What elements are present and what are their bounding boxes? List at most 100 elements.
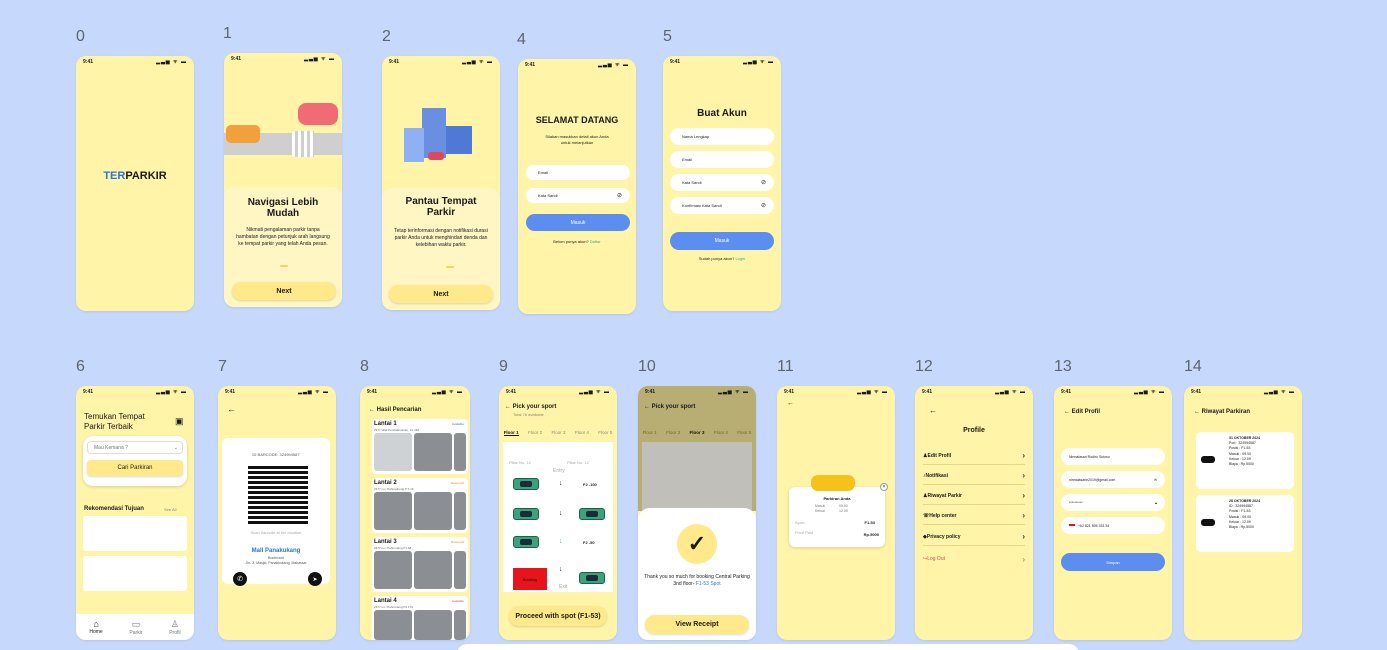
email-field[interactable]: Email [526,165,630,180]
login-link[interactable]: Login [735,256,745,261]
result-card[interactable]: Lantai 3 2377 nu i Pahnrulang PJ-68 Rese… [372,537,468,592]
qr-scan-icon[interactable]: ▣ [175,416,184,427]
parked-car-icon [513,508,539,520]
user-icon: ♙ [170,618,179,629]
tab-floor-3[interactable]: Floor 3 [551,430,565,436]
email-value: nirmalasarie2019@gmail.com [1069,477,1116,482]
status-icons: ▂▃▅ ᯤ ▬ [995,389,1026,395]
password-placeholder: Kata Sandi [682,180,702,185]
brand-logo: TERPARKIR [76,170,194,182]
password-field[interactable]: ********** 🔒︎ [1061,494,1165,511]
save-button[interactable]: Simpan [1061,553,1165,571]
eye-off-icon[interactable]: ⊘ [617,192,622,199]
floor-tabs: Floor 1 Floor 2 Floor 3 Floor 4 Floor 5 [499,430,617,436]
result-address: 2377 Wali Pendalamanku, KL 140 [374,428,420,432]
keluar-value: 12.09 [839,509,848,513]
back-arrow-icon[interactable]: ← [929,406,937,415]
booked-spot[interactable]: Booking [513,568,547,590]
menu-privacy[interactable]: ◆ Privacy policy › [923,528,1025,546]
recommendation-card[interactable] [83,556,187,591]
eye-off-icon[interactable]: ⊘ [761,202,766,209]
recommendation-card[interactable] [83,516,187,551]
receipt-title: Parkiran Anda [823,496,851,501]
back-arrow-icon[interactable]: ← [227,404,236,414]
result-photo [374,610,412,640]
pick-spot-title: ← Pick your sport [644,404,695,410]
tab-floor-1[interactable]: Floor 1 [503,430,519,436]
register-button[interactable]: Masuk [670,232,774,250]
proceed-button[interactable]: Proceed with spot (F1-53) [509,606,607,626]
menu-logout[interactable]: ↪ Log Out › [923,550,1025,568]
name-field[interactable]: Nama Lengkap [670,128,774,145]
menu-edit-profile[interactable]: ♟ Edit Profil › [923,447,1025,465]
menu-history[interactable]: ♟ Riwayat Parkir › [923,487,1025,505]
result-card[interactable]: Lantai 2 2377 nu i Pahnadrunig P.7-19 Re… [372,478,468,533]
pillar-label: Pillar No. 12 [509,460,531,465]
password-field[interactable]: Kata Sandi ⊘ [670,174,774,191]
back-arrow-icon[interactable]: ← [1194,409,1202,415]
spot-label[interactable]: F2 -50 [583,540,595,545]
page-indicator [280,265,288,267]
see-all-link[interactable]: See All [164,507,176,512]
login-button[interactable]: Masuk [526,214,630,231]
car-icon [1201,456,1215,463]
status-time: 9:41 [784,389,795,395]
status-time: 9:41 [231,56,242,62]
search-parking-button[interactable]: Cari Parkiran [87,460,183,476]
tab-floor-4[interactable]: Floor 4 [575,430,589,436]
eye-off-icon[interactable]: ⊘ [761,179,766,186]
next-button[interactable]: Next [389,285,493,303]
price-value: Rp.5000 [863,532,879,537]
parked-car-icon [579,508,605,520]
confirm-password-field[interactable]: Konfirmasi Kata Sandi ⊘ [670,197,774,214]
result-photo [414,551,452,589]
navigate-icon[interactable]: ➤ [308,572,322,586]
building-right-icon [446,126,472,154]
result-photo [454,551,466,589]
phone-icon[interactable]: ✆ [233,572,247,586]
view-receipt-button[interactable]: View Receipt [645,615,749,634]
tab-floor-2[interactable]: Floor 2 [528,430,542,436]
spot-label[interactable]: F2 -100 [583,482,597,487]
back-arrow-icon[interactable]: ← [1064,409,1072,415]
history-cost: Biaya : Rp.5000 [1229,462,1254,467]
next-button[interactable]: Next [232,282,336,300]
back-arrow-icon[interactable]: ← [369,407,377,413]
back-arrow-icon[interactable]: ← [787,400,794,407]
email-field[interactable]: Email [670,151,774,168]
result-status-badge: Reserved [451,540,464,544]
ticket-icon: ▭ [131,618,141,629]
email-field[interactable]: nirmalasarie2019@gmail.com ✉ [1061,471,1165,488]
nav-profil[interactable]: ♙ Profil [169,619,180,636]
password-field[interactable]: Kata Sandi ⊘ [526,188,630,203]
close-icon[interactable]: × [880,483,888,491]
register-link[interactable]: Daftar [590,239,601,244]
menu-help[interactable]: ☏ Help center › [923,507,1025,525]
arrow-down-icon: ↓ [559,538,563,545]
destination-select[interactable]: Mau Kemana ? ⌄ [87,441,183,454]
frame-label-8: 8 [360,358,369,375]
back-arrow-icon[interactable]: ← [505,404,513,410]
result-card[interactable]: Lantai 4 2377 nu i Pahnrulang P4 179 Ava… [372,596,468,640]
home-screen: 9:41 ▂▃▅ ᯤ ▬ Temukan Tempat Parkir Terbai… [76,386,194,640]
bottom-toolbar[interactable] [457,644,1079,650]
history-card[interactable]: 31 OKTOBER 2024 Port : 324994587 Posisi … [1196,432,1294,489]
phone-field[interactable]: +62 821 895 333 34 [1061,517,1165,534]
name-field[interactable]: Nirmalasari Rodiro Sutoso [1061,448,1165,465]
status-icons: ▂▃▅ ᯤ ▬ [579,389,610,395]
nav-home[interactable]: ⌂ Home [89,619,102,635]
booking-success-screen: 9:41 ▂▃▅ ᯤ ▬ ← Pick your sport Floor 1 Fl… [638,386,756,640]
tab-floor-4: Floor 4 [713,430,728,435]
nav-parkir[interactable]: ▭ Parkir [129,619,142,636]
menu-notifications[interactable]: ♪ Notifikasi › [923,467,1025,485]
brand-part1: TER [103,170,126,182]
phone-value: +62 821 895 333 34 [1078,523,1110,528]
history-card[interactable]: 28 OKTOBER 2024 ID : 324994587 Posisi : … [1196,495,1294,552]
history-title: ← Riwayat Parkiran [1194,409,1250,415]
masuk-label: Masuk [815,504,826,508]
profile-title: Profile [963,427,985,434]
tab-floor-5[interactable]: Floor 5 [598,430,612,436]
spot-value: F1-53 [864,520,875,525]
result-card[interactable]: Lantai 1 2377 Wali Pendalamanku, KL 140 … [372,419,468,474]
scan-hint: Scan barcode at the location [250,530,302,535]
